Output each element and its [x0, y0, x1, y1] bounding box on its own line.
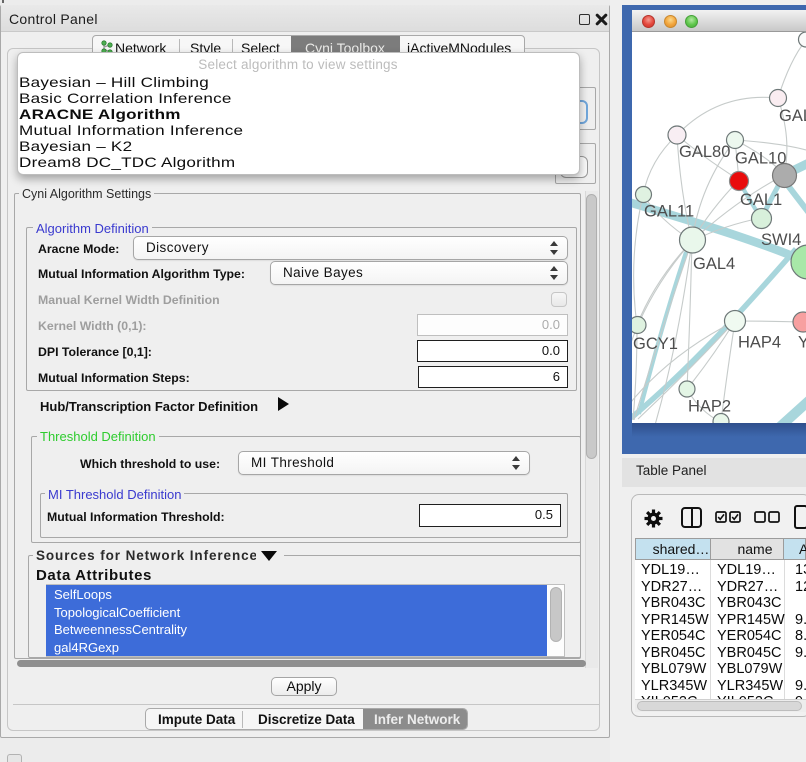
svg-text:GAL11: GAL11: [644, 203, 694, 221]
svg-text:HAP4: HAP4: [738, 334, 781, 352]
svg-text:Y: Y: [798, 334, 806, 352]
svg-text:GAL4: GAL4: [693, 255, 735, 273]
svg-text:HAP2: HAP2: [688, 398, 731, 416]
svg-text:GAL80: GAL80: [679, 143, 730, 161]
svg-text:GAL7: GAL7: [779, 107, 806, 125]
svg-text:SWI4: SWI4: [761, 231, 801, 249]
svg-text:GCY1: GCY1: [633, 335, 678, 353]
svg-text:GAL10: GAL10: [735, 150, 786, 168]
svg-text:GAL1: GAL1: [740, 191, 782, 209]
